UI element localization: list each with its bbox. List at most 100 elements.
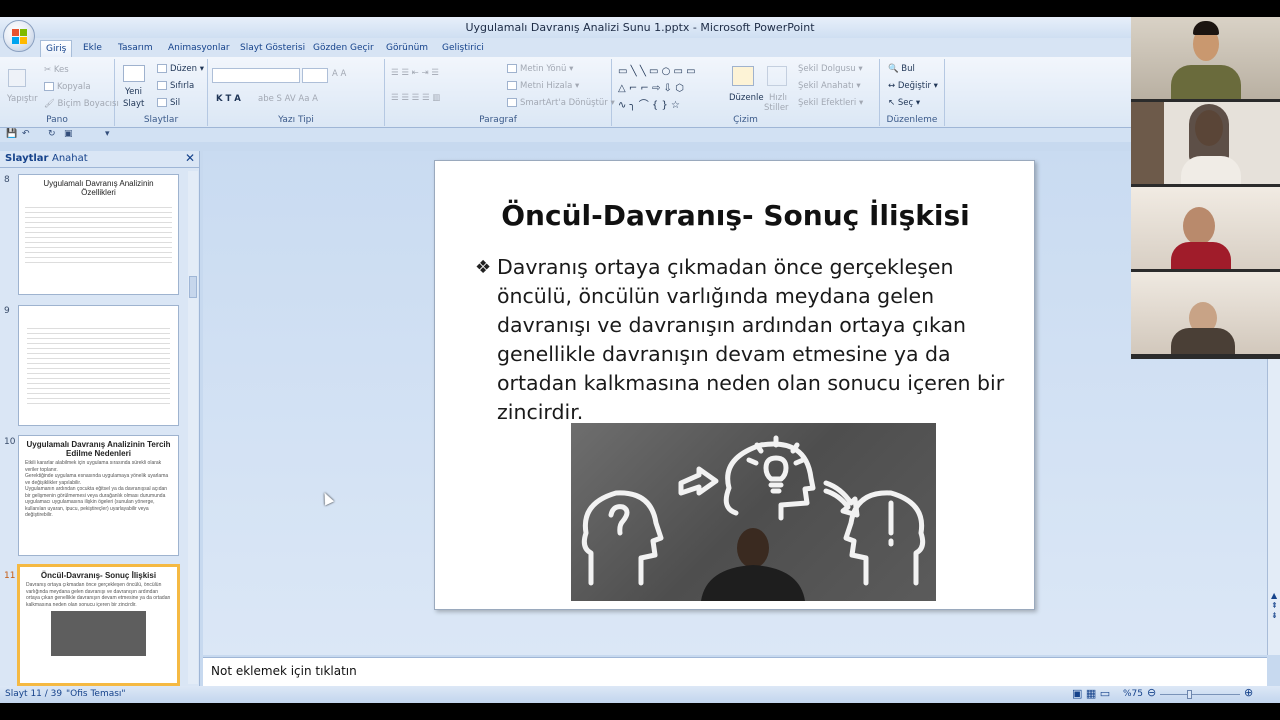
office-button[interactable]: [3, 20, 35, 52]
group-label-slaytlar: Slaytlar: [143, 115, 179, 125]
smartart-label: SmartArt'a Dönüştür: [520, 98, 608, 108]
font-name-combo[interactable]: [212, 68, 300, 83]
slide-image-heads: [571, 423, 936, 601]
tab-gozden-gecir[interactable]: Gözden Geçir: [308, 40, 379, 57]
zoom-level[interactable]: %75: [1123, 689, 1143, 699]
font-grow-button[interactable]: A A: [332, 69, 346, 79]
participant-video-3[interactable]: [1131, 187, 1280, 269]
shape-fill-label: Şekil Dolgusu: [798, 64, 856, 74]
font-size-combo[interactable]: [302, 68, 328, 83]
zoom-out-icon[interactable]: ⊖: [1147, 686, 1156, 699]
quick-access-toolbar: 💾 ↶ ↻ ▣ ▾: [0, 128, 1280, 142]
new-slide-button-line1[interactable]: Yeni: [125, 87, 142, 97]
layout-button[interactable]: Düzen ▾: [157, 64, 204, 74]
tab-slayt-gosterisi[interactable]: Slayt Gösterisi: [235, 40, 310, 57]
slide-number-8: 8: [4, 175, 10, 185]
shape-outline-button[interactable]: Şekil Anahatı ▾: [798, 81, 861, 91]
thumb-line: Gerektiğinde uygulama esnasında uygulama…: [25, 473, 169, 486]
scroll-thumb[interactable]: [189, 276, 197, 298]
thumb-title: Öncül-Davranış- Sonuç İlişkisi: [40, 571, 157, 580]
participant-video-2[interactable]: [1131, 102, 1280, 184]
close-panel-icon[interactable]: ✕: [185, 151, 195, 165]
print-preview-icon[interactable]: ▣: [64, 129, 73, 139]
align-text-button[interactable]: Metni Hizala ▾: [507, 81, 579, 91]
slides-panel-scrollbar[interactable]: [188, 171, 198, 684]
quick-styles-line1[interactable]: Hızlı: [769, 93, 787, 103]
new-slide-button-line2[interactable]: Slayt: [123, 99, 144, 109]
group-label-paragraf: Paragraf: [479, 115, 517, 125]
ribbon: Yapıştır ✂ Kes Kopyala 🖌 Biçim Boyacısı …: [0, 57, 1280, 128]
office-logo-icon: [12, 29, 27, 44]
shape-effects-button[interactable]: Şekil Efektleri ▾: [798, 98, 863, 108]
list-buttons[interactable]: ☰ ☰ ⇤ ⇥ ☰: [391, 68, 439, 78]
copy-button[interactable]: Kopyala: [44, 82, 91, 92]
customize-qat-icon[interactable]: ▾: [105, 129, 110, 139]
cut-button[interactable]: ✂ Kes: [44, 65, 69, 75]
scroll-nav-icon[interactable]: ▲ ⇞ ⇟: [1271, 591, 1278, 621]
font-format-buttons[interactable]: abe S AV Aa A: [258, 94, 318, 104]
arrange-button[interactable]: Düzenle: [729, 93, 764, 103]
align-buttons[interactable]: ☰ ☰ ☰ ☰ ▥: [391, 93, 440, 103]
smartart-button[interactable]: SmartArt'a Dönüştür ▾: [507, 98, 615, 108]
shapes-gallery[interactable]: ▭ ╲ ╲ ▭ ○ ▭ ▭ △ ⌐ ⌐ ⇨ ⇩ ⬡ ∿ ╮ ⌒ { } ☆: [618, 63, 723, 114]
slide-thumb-10[interactable]: Uygulamalı Davranış Analizinin Tercih Ed…: [18, 435, 179, 556]
text-direction-icon: [507, 64, 517, 73]
zoom-slider-thumb[interactable]: [1187, 690, 1192, 699]
text-direction-button[interactable]: Metin Yönü ▾: [507, 64, 573, 74]
slide-title: Öncül-Davranış- Sonuç İlişkisi: [501, 199, 970, 232]
quick-styles-icon: [767, 66, 787, 86]
participant-face: [1183, 207, 1215, 245]
find-button[interactable]: 🔍 Bul: [888, 64, 915, 74]
tab-gorunum[interactable]: Görünüm: [381, 40, 433, 57]
participant-body: [1171, 65, 1241, 99]
tab-anahat[interactable]: Anahat: [52, 153, 88, 164]
tab-giris[interactable]: Giriş: [40, 40, 73, 57]
copy-label: Kopyala: [57, 82, 91, 92]
group-yazi-tipi: A A K T A abe S AV Aa A Yazı Tipi: [208, 59, 385, 126]
undo-icon[interactable]: ↶: [22, 129, 30, 139]
current-slide[interactable]: Öncül-Davranış- Sonuç İlişkisi ❖ Davranı…: [434, 160, 1035, 610]
notes-pane[interactable]: Not eklemek için tıklatın: [203, 657, 1267, 686]
slide-thumb-8[interactable]: Uygulamalı Davranış Analizinin Özellikle…: [18, 174, 179, 295]
replace-button[interactable]: ↔ Değiştir ▾: [888, 81, 938, 91]
tab-ekle[interactable]: Ekle: [78, 40, 107, 57]
slide-thumb-11-selected[interactable]: Öncül-Davranış- Sonuç İlişkisi Davranış …: [17, 564, 180, 686]
format-painter-label: Biçim Boyacısı: [57, 99, 119, 109]
tab-gelistirici[interactable]: Geliştirici: [437, 40, 489, 57]
notes-placeholder: Not eklemek için tıklatın: [211, 664, 357, 678]
window-title: Uygulamalı Davranış Analizi Sunu 1.pptx …: [465, 21, 815, 34]
save-icon[interactable]: 💾: [6, 129, 17, 139]
format-painter-button[interactable]: 🖌 Biçim Boyacısı: [44, 99, 119, 109]
zoom-slider[interactable]: [1160, 694, 1240, 695]
slide-thumb-9[interactable]: [18, 305, 179, 426]
thumb-title: Uygulamalı Davranış Analizinin Tercih Ed…: [26, 440, 171, 458]
participant-hair: [1189, 104, 1229, 164]
slide-counter: Slayt 11 / 39: [5, 689, 63, 699]
quick-styles-line2[interactable]: Stiller: [764, 103, 789, 113]
view-buttons[interactable]: ▣ ▦ ▭: [1072, 687, 1110, 700]
select-button[interactable]: ↖ Seç ▾: [888, 98, 920, 108]
group-label-duzenleme: Düzenleme: [886, 115, 938, 125]
screen: Uygulamalı Davranış Analizi Sunu 1.pptx …: [0, 0, 1280, 720]
shape-fill-button[interactable]: Şekil Dolgusu ▾: [798, 64, 863, 74]
cut-label: Kes: [53, 65, 69, 75]
participant-video-1[interactable]: [1131, 17, 1280, 99]
theme-name: "Ofis Teması": [66, 689, 126, 699]
smartart-icon: [507, 98, 517, 107]
redo-icon[interactable]: ↻: [48, 129, 56, 139]
delete-slide-button[interactable]: Sil: [157, 98, 180, 108]
find-label: Bul: [901, 64, 915, 74]
bold-button[interactable]: K T A: [216, 94, 241, 104]
paste-button[interactable]: Yapıştır: [7, 94, 38, 104]
reset-button[interactable]: Sıfırla: [157, 81, 194, 91]
tab-tasarim[interactable]: Tasarım: [113, 40, 158, 57]
participant-video-4[interactable]: [1131, 272, 1280, 354]
tab-animasyonlar[interactable]: Animasyonlar: [163, 40, 235, 57]
letterbox-top: [0, 0, 1280, 17]
tab-slaytlar[interactable]: Slaytlar: [5, 153, 48, 164]
status-bar: Slayt 11 / 39 "Ofis Teması" ▣ ▦ ▭ %75 ⊖ …: [0, 686, 1280, 703]
zoom-in-icon[interactable]: ⊕: [1244, 686, 1253, 699]
thumb-text-lines: [27, 324, 170, 404]
replace-label: Değiştir: [897, 81, 931, 91]
thumb-line: Etkili kararlar alabilmek için uygulama …: [25, 460, 162, 473]
